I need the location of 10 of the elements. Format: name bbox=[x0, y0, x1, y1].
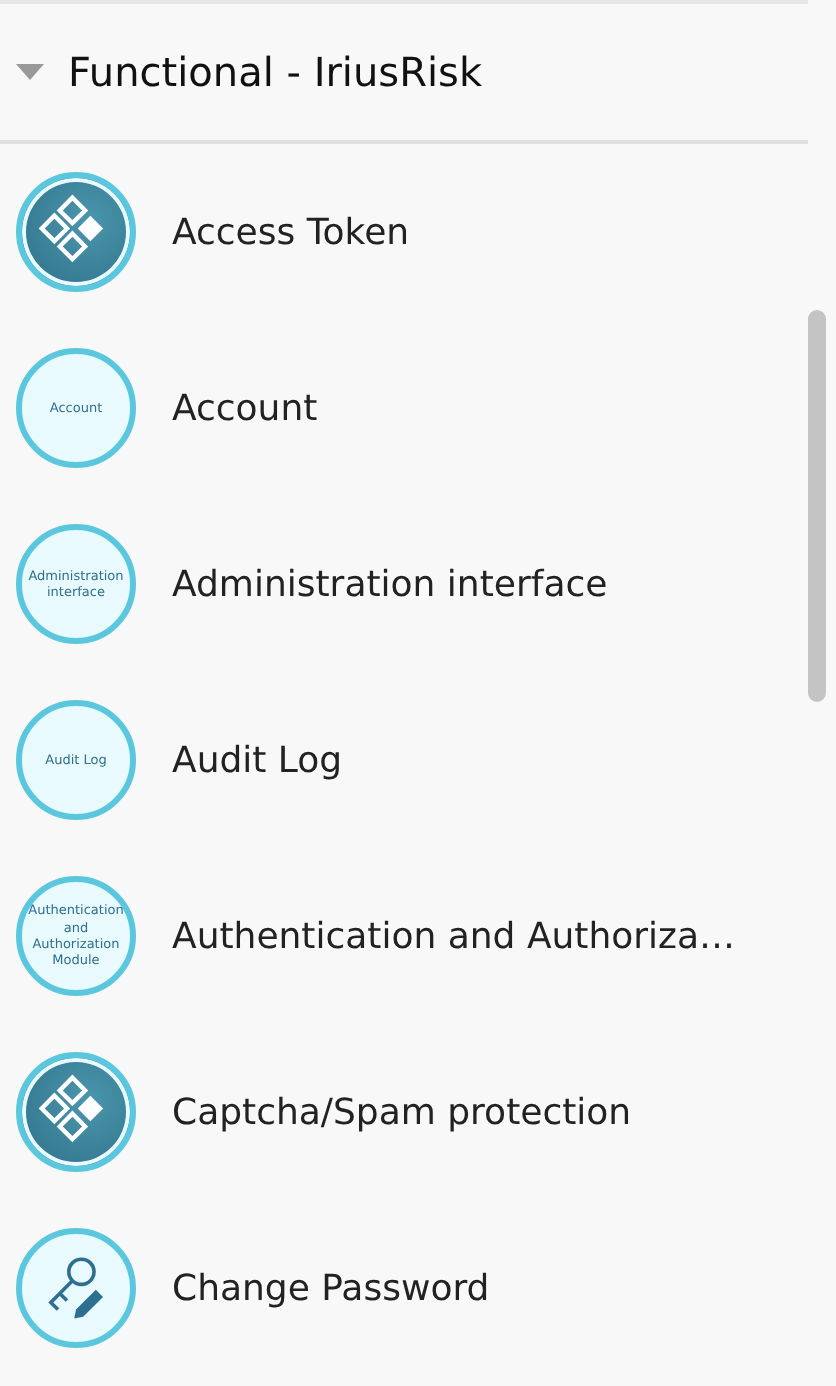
component-label[interactable]: Audit Log bbox=[172, 733, 343, 787]
scrollbar-thumb[interactable] bbox=[808, 310, 826, 702]
component-label[interactable]: Captcha/Spam protection bbox=[172, 1085, 632, 1139]
component-label[interactable]: Change Password bbox=[172, 1261, 490, 1315]
component-label[interactable]: Authentication and Authoriza… bbox=[172, 909, 736, 963]
section-title[interactable]: Functional - IriusRisk bbox=[68, 42, 483, 102]
component-label[interactable]: Account bbox=[172, 381, 318, 435]
caret-icon[interactable] bbox=[16, 63, 44, 81]
component-label[interactable]: Administration interface bbox=[172, 557, 608, 611]
component-label[interactable]: Access Token bbox=[172, 205, 410, 259]
